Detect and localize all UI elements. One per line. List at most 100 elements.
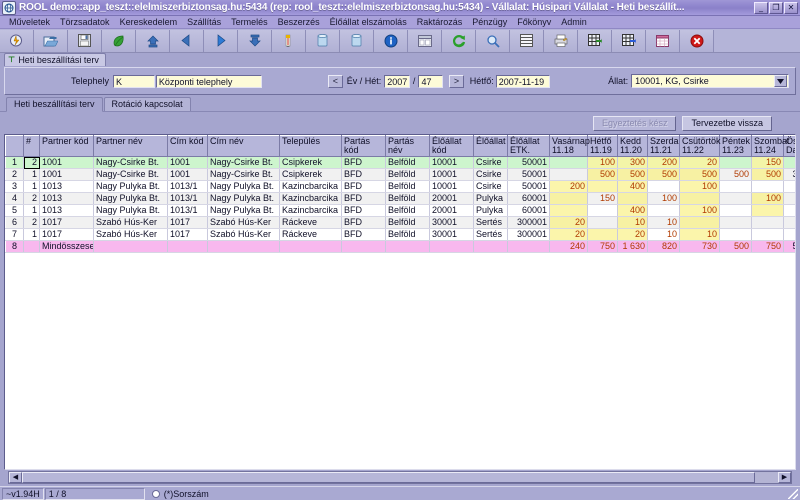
cell-cim_kod[interactable]: 1013/1	[168, 193, 208, 205]
menu-item-2[interactable]: Kereskedelem	[115, 16, 183, 29]
cell-partas_nev[interactable]	[386, 241, 430, 253]
cell-d2[interactable]: 400	[618, 205, 648, 217]
cell-partner_nev[interactable]: Nagy Pulyka Bt.	[94, 181, 168, 193]
cell-seq[interactable]: 1	[24, 229, 40, 241]
column-header-partas_kod[interactable]: Partás kód	[342, 136, 386, 157]
cell-d0[interactable]: 20	[550, 229, 588, 241]
cell-partas_kod[interactable]: BFD	[342, 193, 386, 205]
cell-seq[interactable]: 1	[24, 181, 40, 193]
sorszam-radio[interactable]	[152, 490, 160, 498]
column-header-d0[interactable]: Vasárnap11.18	[550, 136, 588, 157]
cell-telepules[interactable]: Kazincbarcika	[280, 205, 342, 217]
cell-cim_kod[interactable]: 1017	[168, 217, 208, 229]
table-row[interactable]: 621017Szabó Hús-Ker1017Szabó Hús-KerRáck…	[6, 217, 797, 229]
cell-d1[interactable]: 150	[588, 193, 618, 205]
column-header-d1[interactable]: Hétfő11.19	[588, 136, 618, 157]
cell-eloallat[interactable]: Sertés	[474, 229, 508, 241]
menu-item-0[interactable]: Műveletek	[4, 16, 55, 29]
cell-d4[interactable]: 100	[680, 181, 720, 193]
cell-eloallat_kod[interactable]: 20001	[430, 193, 474, 205]
cell-eloallat_etk[interactable]: 50001	[508, 157, 550, 169]
cell-d1[interactable]: 500	[588, 169, 618, 181]
cell-d5[interactable]	[720, 157, 752, 169]
cell-partner_kod[interactable]: 1013	[40, 205, 94, 217]
cell-partner_nev[interactable]	[94, 241, 168, 253]
allat-select[interactable]: 10001, KG, Csirke	[631, 74, 789, 88]
cell-partas_kod[interactable]: BFD	[342, 229, 386, 241]
calendar-icon[interactable]	[646, 30, 680, 52]
column-header-cim_nev[interactable]: Cím név	[208, 136, 280, 157]
cell-cim_kod[interactable]: 1001	[168, 169, 208, 181]
cell-cim_nev[interactable]: Szabó Hús-Ker	[208, 217, 280, 229]
cell-eloallat_kod[interactable]	[430, 241, 474, 253]
cell-d6[interactable]	[752, 181, 784, 193]
cell-telepules[interactable]	[280, 241, 342, 253]
cell-partas_kod[interactable]: BFD	[342, 157, 386, 169]
cell-eloallat_etk[interactable]: 60001	[508, 193, 550, 205]
cell-cim_nev[interactable]: Nagy Pulyka Bt.	[208, 193, 280, 205]
cell-cim_kod[interactable]: 1001	[168, 157, 208, 169]
row-header[interactable]: 6	[6, 217, 24, 229]
cell-cim_nev[interactable]: Nagy Pulyka Bt.	[208, 181, 280, 193]
cell-partas_nev[interactable]: Belföld	[386, 217, 430, 229]
row-header[interactable]: 5	[6, 205, 24, 217]
cell-osszes[interactable]: 60	[784, 229, 797, 241]
cell-partas_nev[interactable]: Belföld	[386, 157, 430, 169]
cell-eloallat[interactable]	[474, 241, 508, 253]
cell-d1[interactable]: 750	[588, 241, 618, 253]
cell-d2[interactable]: 300	[618, 157, 648, 169]
cell-partner_kod[interactable]: 1001	[40, 169, 94, 181]
table-row[interactable]: 711017Szabó Hús-Ker1017Szabó Hús-KerRáck…	[6, 229, 797, 241]
cell-eloallat_etk[interactable]: 300001	[508, 229, 550, 241]
cell-partas_nev[interactable]: Belföld	[386, 181, 430, 193]
cell-d4[interactable]: 20	[680, 157, 720, 169]
cell-osszes[interactable]: 40	[784, 217, 797, 229]
table-row[interactable]: 121001Nagy-Csirke Bt.1001Nagy-Csirke Bt.…	[6, 157, 797, 169]
column-header-d6[interactable]: Szombat11.24	[752, 136, 784, 157]
scroll-right-button[interactable]: ▶	[778, 472, 791, 483]
close-button[interactable]: ✕	[784, 2, 798, 14]
delete-bin-icon[interactable]	[306, 30, 340, 52]
cell-d4[interactable]: 10	[680, 229, 720, 241]
cell-telepules[interactable]: Kazincbarcika	[280, 193, 342, 205]
cell-d0[interactable]: 240	[550, 241, 588, 253]
telephely-code-input[interactable]: K	[113, 75, 155, 88]
cell-d3[interactable]: 10	[648, 229, 680, 241]
cell-partas_kod[interactable]: BFD	[342, 181, 386, 193]
cell-partner_kod[interactable]: 1013	[40, 193, 94, 205]
cell-seq[interactable]: 2	[24, 157, 40, 169]
cell-d4[interactable]	[680, 193, 720, 205]
hetfo-input[interactable]: 2007-11-19	[496, 75, 550, 88]
new-icon[interactable]	[0, 30, 34, 52]
document-tab-heti-beszallitasi-terv[interactable]: ⊤ Heti beszállítási terv	[4, 53, 106, 66]
cell-partas_kod[interactable]: BFD	[342, 169, 386, 181]
cell-partas_kod[interactable]: BFD	[342, 217, 386, 229]
column-header-seq[interactable]: #	[24, 136, 40, 157]
cell-partas_kod[interactable]: BFD	[342, 205, 386, 217]
cell-d6[interactable]	[752, 205, 784, 217]
list-icon[interactable]	[510, 30, 544, 52]
cell-eloallat[interactable]: Pulyka	[474, 193, 508, 205]
cell-eloallat_kod[interactable]: 10001	[430, 181, 474, 193]
cell-d1[interactable]	[588, 181, 618, 193]
cell-cim_nev[interactable]: Szabó Hús-Ker	[208, 229, 280, 241]
cell-partner_nev[interactable]: Szabó Hús-Ker	[94, 229, 168, 241]
menu-item-3[interactable]: Szállítás	[182, 16, 226, 29]
cell-d0[interactable]	[550, 169, 588, 181]
menu-item-4[interactable]: Termelés	[226, 16, 273, 29]
cell-d6[interactable]	[752, 217, 784, 229]
inner-tab-0[interactable]: Heti beszállítási terv	[6, 97, 103, 112]
cell-partner_kod[interactable]: 1013	[40, 181, 94, 193]
data-grid[interactable]: #Partner kódPartner névCím kódCím névTel…	[4, 134, 796, 470]
cell-d2[interactable]: 10	[618, 217, 648, 229]
cell-d4[interactable]: 500	[680, 169, 720, 181]
cell-eloallat[interactable]: Csirke	[474, 169, 508, 181]
cell-eloallat[interactable]: Csirke	[474, 181, 508, 193]
restore-button[interactable]: ❐	[769, 2, 783, 14]
cell-d5[interactable]: 500	[720, 241, 752, 253]
cell-d2[interactable]: 500	[618, 169, 648, 181]
save-icon[interactable]	[68, 30, 102, 52]
cell-eloallat_etk[interactable]: 300001	[508, 217, 550, 229]
menu-item-9[interactable]: Főkönyv	[512, 16, 556, 29]
row-header[interactable]: 8	[6, 241, 24, 253]
